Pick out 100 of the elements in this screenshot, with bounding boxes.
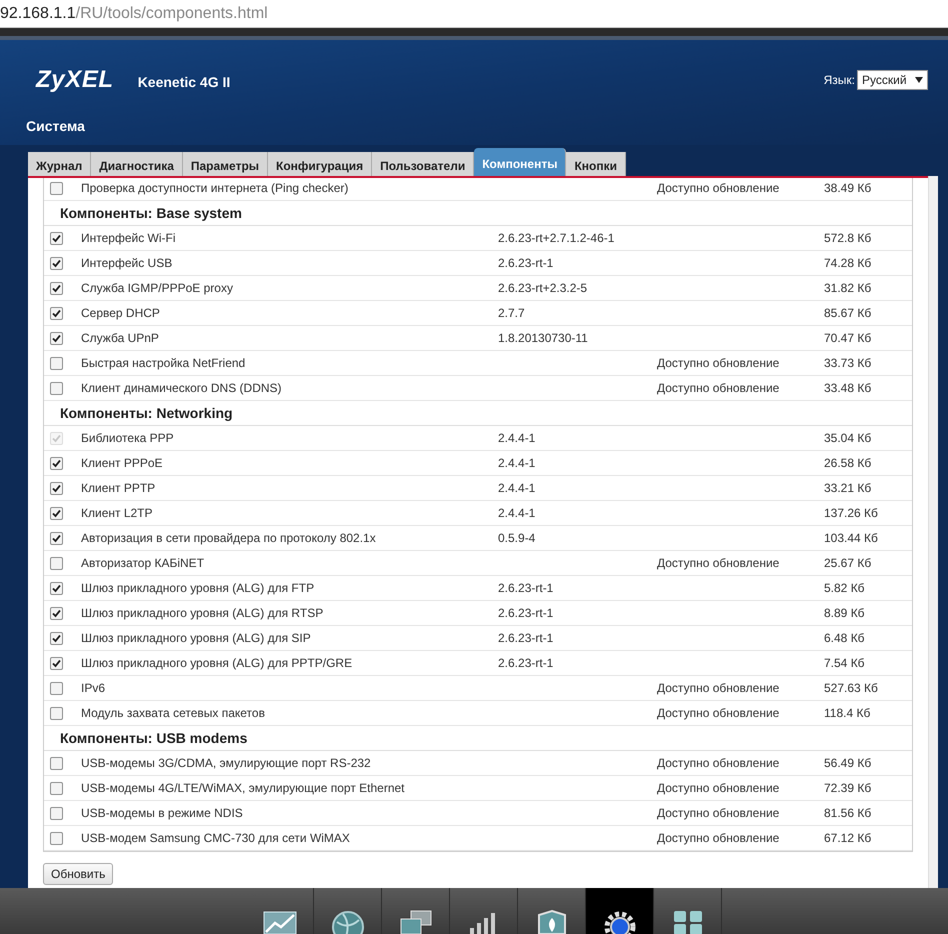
url-text: 92.168.1.1/RU/tools/components.html bbox=[0, 4, 268, 24]
tab[interactable]: Диагностика bbox=[91, 152, 183, 176]
status-text: Доступно обновление bbox=[657, 706, 780, 720]
size-text: 33.73 Кб bbox=[824, 356, 872, 370]
version-text: 2.4.4-1 bbox=[498, 481, 536, 495]
component-name: Библиотека PPP bbox=[81, 431, 174, 445]
checkbox[interactable] bbox=[50, 706, 63, 720]
update-button[interactable]: Обновить bbox=[43, 863, 114, 885]
status-text: Доступно обновление bbox=[657, 556, 780, 570]
size-text: 35.04 Кб bbox=[824, 431, 872, 445]
size-text: 25.67 Кб bbox=[824, 556, 872, 570]
checkbox[interactable] bbox=[50, 332, 63, 344]
component-name: USB-модемы в режиме NDIS bbox=[81, 806, 243, 820]
group-heading: Компоненты: Base system bbox=[60, 204, 242, 223]
size-text: 72.39 Кб bbox=[824, 781, 872, 795]
tab[interactable]: Кнопки bbox=[566, 152, 626, 176]
size-text: 103.44 Кб bbox=[824, 531, 878, 545]
size-text: 6.48 Кб bbox=[824, 631, 865, 645]
size-text: 33.21 Кб bbox=[824, 481, 872, 495]
checkbox[interactable] bbox=[50, 306, 63, 320]
checkbox[interactable] bbox=[50, 256, 63, 270]
status-text: Доступно обновление bbox=[657, 381, 780, 395]
checkbox[interactable] bbox=[50, 506, 63, 520]
component-name: Быстрая настройка NetFriend bbox=[81, 356, 246, 370]
checkbox[interactable] bbox=[50, 382, 63, 394]
component-name: USB-модемы 4G/LTE/WiMAX, эмулирующие порт Ethernet bbox=[81, 781, 405, 795]
version-text: 2.7.7 bbox=[498, 306, 525, 320]
version-text: 2.4.4-1 bbox=[498, 506, 536, 520]
chart-icon bbox=[262, 910, 296, 934]
checkbox[interactable] bbox=[50, 656, 63, 670]
checkbox[interactable] bbox=[50, 456, 63, 470]
size-text: 81.56 Кб bbox=[824, 806, 872, 820]
component-name: Клиент PPTP bbox=[81, 481, 156, 495]
checkbox[interactable] bbox=[50, 782, 63, 794]
component-name: Шлюз прикладного уровня (ALG) для FTP bbox=[81, 581, 314, 595]
component-name: Клиент динамического DNS (DDNS) bbox=[81, 381, 282, 395]
size-text: 38.49 Кб bbox=[824, 181, 872, 195]
size-text: 85.67 Кб bbox=[824, 306, 872, 320]
size-text: 572.8 Кб bbox=[824, 231, 872, 245]
component-name: Интерфейс USB bbox=[81, 256, 172, 270]
status-text: Доступно обновление bbox=[657, 756, 780, 770]
size-text: 137.26 Кб bbox=[824, 506, 878, 520]
checkbox[interactable] bbox=[50, 182, 63, 194]
checkbox[interactable] bbox=[50, 632, 63, 644]
status-text: Доступно обновление bbox=[657, 681, 780, 695]
gear-icon bbox=[602, 910, 636, 934]
checkbox[interactable] bbox=[50, 356, 63, 370]
component-name: Шлюз прикладного уровня (ALG) для RTSP bbox=[81, 606, 324, 620]
language-select[interactable]: Русский bbox=[857, 70, 928, 90]
checkbox[interactable] bbox=[50, 556, 63, 570]
checkbox[interactable] bbox=[50, 606, 63, 620]
size-text: 118.4 Кб bbox=[824, 706, 870, 720]
checkbox[interactable] bbox=[50, 832, 63, 844]
component-name: USB-модемы 3G/CDMA, эмулирующие порт RS-232 bbox=[81, 756, 371, 770]
component-name: USB-модем Samsung CMC-730 для сети WiMAX bbox=[81, 831, 350, 845]
tab[interactable]: Компоненты bbox=[474, 148, 566, 176]
size-text: 74.28 Кб bbox=[824, 256, 872, 270]
size-text: 527.63 Кб bbox=[824, 681, 878, 695]
checkbox[interactable] bbox=[50, 532, 63, 544]
checkbox[interactable] bbox=[50, 232, 63, 244]
group-heading: Компоненты: USB modems bbox=[60, 728, 248, 748]
language-label: Язык: bbox=[824, 72, 855, 89]
version-text: 2.6.23-rt+2.3.2-5 bbox=[498, 281, 588, 295]
checkbox[interactable] bbox=[50, 482, 63, 494]
status-text: Доступно обновление bbox=[657, 781, 780, 795]
component-name: Интерфейс Wi-Fi bbox=[81, 231, 176, 245]
address-bar[interactable]: 92.168.1.1/RU/tools/components.html bbox=[0, 0, 948, 28]
checkbox[interactable] bbox=[50, 806, 63, 820]
size-text: 7.54 Кб bbox=[824, 656, 865, 670]
computers-icon bbox=[398, 910, 432, 934]
size-text: 33.48 Кб bbox=[824, 381, 872, 395]
tab[interactable]: Пользователи bbox=[372, 152, 474, 176]
checkbox[interactable] bbox=[50, 282, 63, 294]
tab[interactable]: Параметры bbox=[182, 152, 268, 176]
size-text: 26.58 Кб bbox=[824, 456, 872, 470]
component-name: Шлюз прикладного уровня (ALG) для SIP bbox=[81, 631, 311, 645]
component-name: Клиент PPPoE bbox=[81, 456, 163, 470]
component-name: IPv6 bbox=[81, 681, 106, 695]
scrollbar[interactable] bbox=[928, 176, 938, 888]
checkbox[interactable] bbox=[50, 682, 63, 694]
version-text: 2.6.23-rt-1 bbox=[498, 631, 554, 645]
taskbar-button[interactable] bbox=[586, 888, 654, 934]
tab[interactable]: Конфигурация bbox=[268, 152, 372, 176]
logo: ZyXEL bbox=[36, 65, 114, 95]
component-name: Модуль захвата сетевых пакетов bbox=[81, 706, 265, 720]
checkbox[interactable] bbox=[50, 756, 63, 770]
tab[interactable]: Журнал bbox=[28, 152, 92, 176]
size-text: 56.49 Кб bbox=[824, 756, 872, 770]
size-text: 70.47 Кб bbox=[824, 331, 872, 345]
component-name: Проверка доступности интернета (Ping checker) bbox=[81, 181, 348, 195]
checkbox[interactable] bbox=[50, 582, 63, 594]
globe-icon bbox=[330, 910, 364, 934]
component-name: Сервер DHCP bbox=[81, 306, 160, 320]
component-name: Служба IGMP/PPPoE proxy bbox=[81, 281, 233, 295]
version-text: 1.8.20130730-11 bbox=[498, 331, 588, 345]
version-text: 2.6.23-rt-1 bbox=[498, 656, 554, 670]
model-name: Keenetic 4G II bbox=[138, 72, 230, 92]
component-name: Шлюз прикладного уровня (ALG) для PPTP/GRE bbox=[81, 656, 352, 670]
version-text: 2.6.23-rt-1 bbox=[498, 581, 554, 595]
version-text: 2.4.4-1 bbox=[498, 431, 536, 445]
